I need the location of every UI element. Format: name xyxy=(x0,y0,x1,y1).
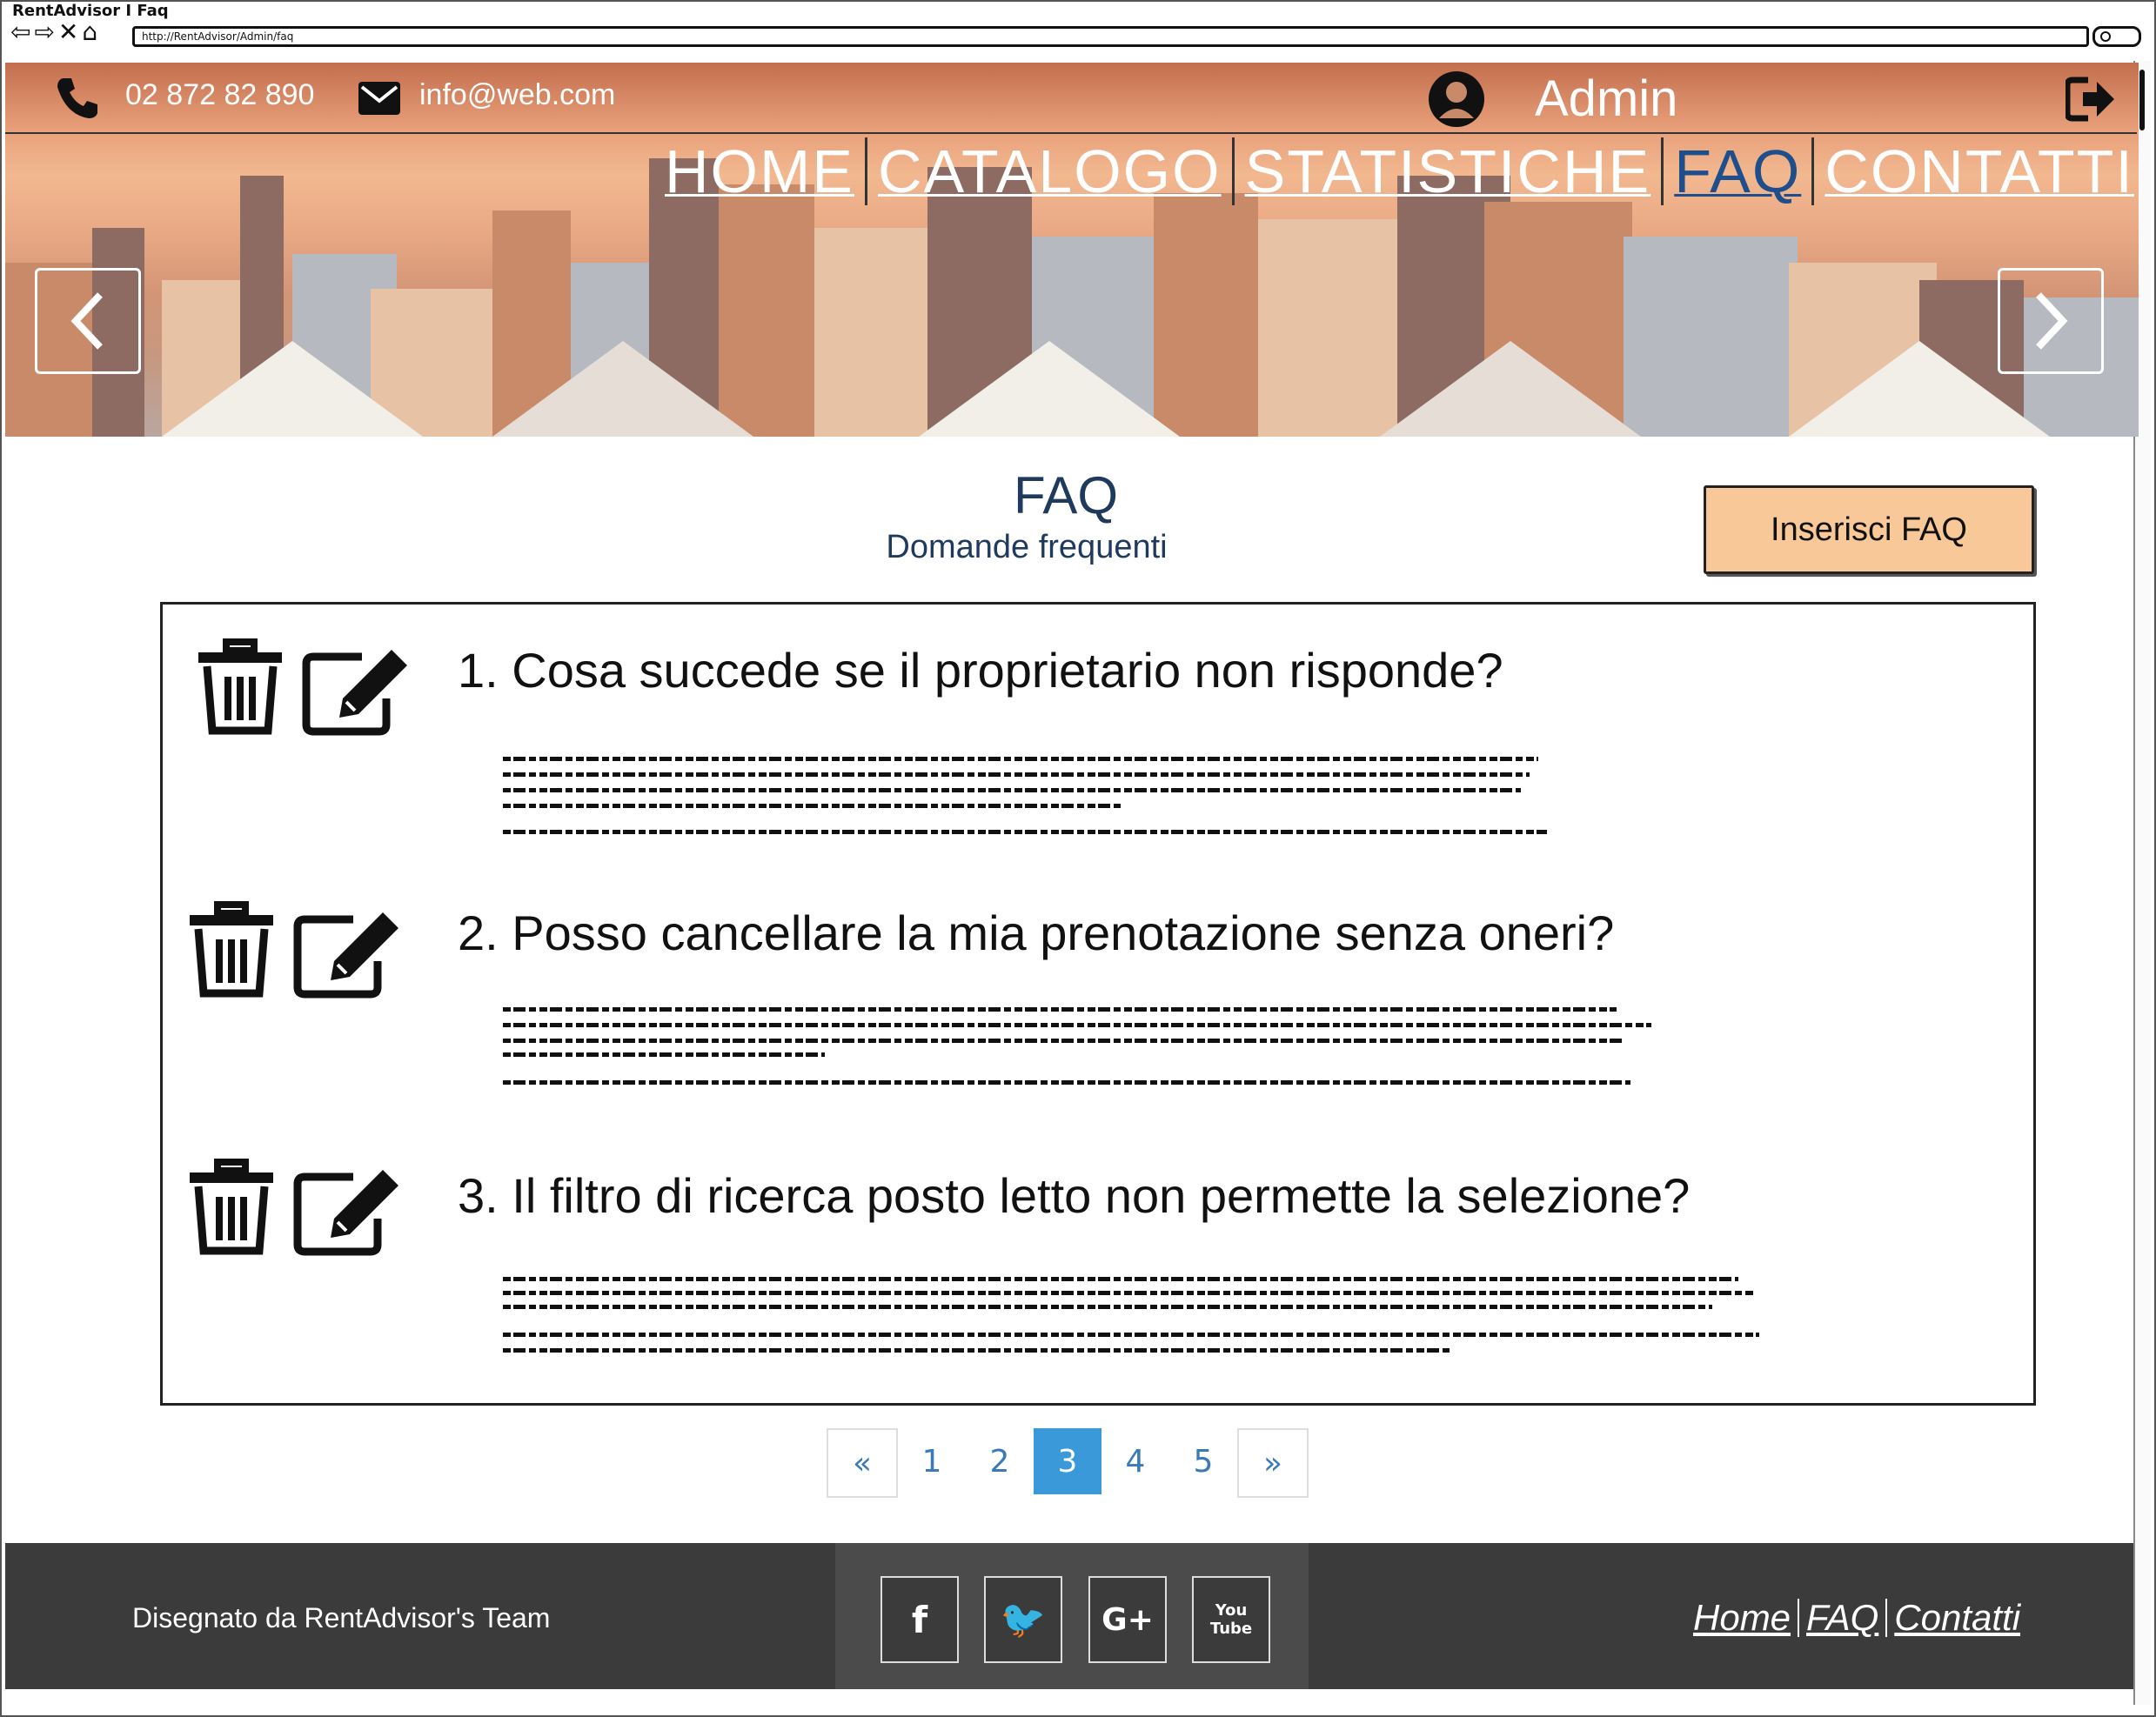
address-bar[interactable]: http://RentAdvisor/Admin/faq xyxy=(132,26,2089,47)
facebook-icon[interactable]: f xyxy=(880,1576,959,1663)
pagination-page-2[interactable]: 2 xyxy=(966,1428,1034,1494)
pagination-page-4[interactable]: 4 xyxy=(1101,1428,1169,1494)
page-subtitle: Domande frequenti xyxy=(886,529,1168,565)
google-plus-icon[interactable]: G+ xyxy=(1088,1576,1167,1663)
user-name[interactable]: Admin xyxy=(1535,70,1677,128)
edit-faq-2-icon[interactable] xyxy=(292,905,405,1002)
nav-home[interactable]: HOME xyxy=(654,137,865,206)
faq-question-1[interactable]: 1. Cosa succede se il proprietario non r… xyxy=(458,642,1503,698)
mail-icon xyxy=(358,82,400,115)
pagination-next[interactable]: » xyxy=(1237,1428,1309,1498)
youtube-icon[interactable]: You Tube xyxy=(1192,1576,1270,1663)
hero-banner xyxy=(5,63,2139,437)
nav-faq[interactable]: FAQ xyxy=(1664,137,1811,206)
nav-catalogo[interactable]: CATALOGO xyxy=(867,137,1232,206)
pagination-page-1[interactable]: 1 xyxy=(898,1428,966,1494)
page-title: FAQ xyxy=(1013,466,1119,524)
edit-faq-3-icon[interactable] xyxy=(292,1162,405,1259)
main-nav: HOME CATALOGO STATISTICHE FAQ CONTATTI xyxy=(654,132,2145,210)
footer-link-home[interactable]: Home xyxy=(1686,1597,1798,1639)
faq-question-3[interactable]: 3. Il filtro di ricerca posto letto non … xyxy=(458,1167,1690,1224)
faq-answer-3-text-placeholder xyxy=(503,1305,1712,1309)
delete-faq-1-trash-icon[interactable] xyxy=(195,638,285,736)
scrollbar-thumb[interactable] xyxy=(2139,70,2145,130)
faq-answer-1-text-placeholder xyxy=(503,772,1530,777)
carousel-prev-button[interactable] xyxy=(35,268,141,374)
faq-answer-3-text-placeholder xyxy=(503,1333,1759,1337)
faq-answer-2-text-placeholder xyxy=(503,1039,1625,1043)
twitter-icon[interactable]: 🐦 xyxy=(984,1576,1062,1663)
faq-answer-3-text-placeholder xyxy=(503,1348,1451,1353)
footer-link-faq[interactable]: FAQ xyxy=(1799,1597,1885,1639)
pagination: « 1 2 3 4 5 » xyxy=(827,1428,1309,1498)
faq-question-2[interactable]: 2. Posso cancellare la mia prenotazione … xyxy=(458,905,1614,961)
faq-list xyxy=(160,602,2036,1406)
contact-phone: 02 872 82 890 xyxy=(125,78,315,111)
nav-statistiche[interactable]: STATISTICHE xyxy=(1235,137,1662,206)
faq-answer-3-text-placeholder xyxy=(503,1277,1738,1281)
footer-credit: Disegnato da RentAdvisor's Team xyxy=(132,1602,551,1633)
footer-link-contatti[interactable]: Contatti xyxy=(1887,1597,2027,1639)
faq-answer-2-text-placeholder xyxy=(503,1052,825,1057)
faq-answer-1-text-placeholder xyxy=(503,830,1547,834)
faq-answer-2-text-placeholder xyxy=(503,1080,1630,1085)
edit-faq-1-icon[interactable] xyxy=(301,642,414,739)
browser-search-icon[interactable] xyxy=(2092,26,2141,47)
faq-answer-2-text-placeholder xyxy=(503,1007,1617,1012)
faq-answer-1-text-placeholder xyxy=(503,804,1121,808)
delete-faq-3-trash-icon[interactable] xyxy=(186,1159,277,1256)
faq-answer-1-text-placeholder xyxy=(503,788,1521,792)
faq-answer-3-text-placeholder xyxy=(503,1291,1756,1295)
contact-email[interactable]: info@web.com xyxy=(419,78,615,112)
user-avatar-icon[interactable] xyxy=(1427,70,1486,129)
footer-links: Home FAQ Contatti xyxy=(1686,1597,2027,1639)
phone-icon xyxy=(57,78,97,118)
carousel-next-button[interactable] xyxy=(1998,268,2104,374)
pagination-prev[interactable]: « xyxy=(827,1428,898,1498)
delete-faq-2-trash-icon[interactable] xyxy=(186,901,277,999)
pagination-page-5[interactable]: 5 xyxy=(1169,1428,1237,1494)
logout-icon[interactable] xyxy=(2066,77,2116,122)
pagination-page-3[interactable]: 3 xyxy=(1034,1428,1101,1494)
faq-answer-1-text-placeholder xyxy=(503,757,1538,761)
nav-contatti[interactable]: CONTATTI xyxy=(1814,137,2145,206)
browser-nav-buttons[interactable]: ⇦⇨✕⌂ xyxy=(10,17,101,46)
faq-answer-2-text-placeholder xyxy=(503,1023,1651,1027)
insert-faq-button[interactable]: Inserisci FAQ xyxy=(1704,485,2034,574)
